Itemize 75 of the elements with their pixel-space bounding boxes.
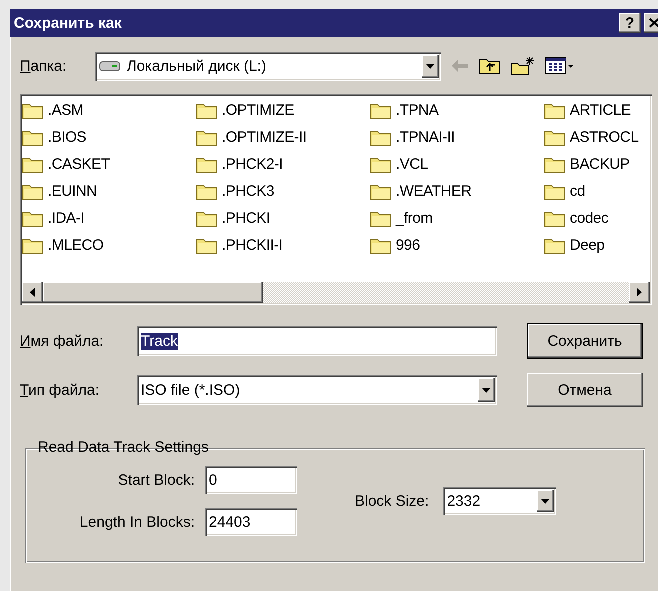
save-button[interactable]: Сохранить bbox=[527, 323, 643, 359]
folder-name[interactable]: codec bbox=[570, 210, 609, 227]
folder-name[interactable]: .MLECO bbox=[48, 237, 104, 254]
folder-name[interactable]: .WEATHER bbox=[396, 183, 472, 200]
file-type-label: Тип файла: bbox=[20, 382, 101, 398]
cancel-button[interactable]: Отмена bbox=[527, 373, 643, 407]
folder-icon bbox=[370, 236, 392, 254]
folder-icon bbox=[370, 182, 392, 200]
start-block-field[interactable]: 0 bbox=[205, 466, 297, 494]
folder-icon bbox=[370, 128, 392, 146]
folder-icon bbox=[544, 156, 566, 174]
new-folder-icon[interactable] bbox=[511, 56, 535, 76]
folder-name[interactable]: .PHCK3 bbox=[222, 183, 274, 200]
horizontal-scrollbar[interactable] bbox=[22, 282, 650, 303]
folder-icon bbox=[370, 156, 392, 174]
folder-name[interactable]: .TPNAI-II bbox=[396, 129, 455, 146]
folder-icon bbox=[370, 210, 392, 228]
file-name-field[interactable]: Track bbox=[137, 326, 497, 356]
folder-name[interactable]: .BIOS bbox=[48, 129, 87, 146]
folder-icon bbox=[22, 210, 44, 228]
folder-name[interactable]: .PHCK2-I bbox=[222, 156, 283, 173]
close-icon bbox=[649, 18, 658, 28]
folder-name[interactable]: .VCL bbox=[396, 156, 428, 173]
folder-icon bbox=[544, 236, 566, 254]
folder-name[interactable]: .PHCKI bbox=[222, 210, 270, 227]
scroll-thumb[interactable] bbox=[43, 282, 263, 303]
folder-icon bbox=[544, 182, 566, 200]
folder-name[interactable]: cd bbox=[570, 183, 586, 200]
length-label: Length In Blocks: bbox=[78, 514, 195, 530]
folder-icon bbox=[544, 128, 566, 146]
file-type-dropdown[interactable]: ISO file (*.ISO) bbox=[137, 375, 497, 405]
folder-icon bbox=[370, 102, 392, 120]
scroll-right-icon[interactable] bbox=[629, 282, 650, 303]
folder-icon bbox=[22, 156, 44, 174]
folder-name[interactable]: ASTROCL bbox=[570, 129, 639, 146]
folder-name[interactable]: _from bbox=[396, 210, 433, 227]
folder-icon bbox=[196, 128, 218, 146]
help-button[interactable]: ? bbox=[619, 13, 641, 33]
view-menu-icon[interactable] bbox=[545, 57, 575, 75]
block-size-label: Block Size: bbox=[355, 492, 430, 510]
folder-name[interactable]: .ASM bbox=[48, 102, 84, 119]
folder-icon bbox=[196, 102, 218, 120]
folder-dropdown[interactable]: Локальный диск (L:) bbox=[95, 52, 441, 80]
folder-name[interactable]: .EUINN bbox=[48, 183, 98, 200]
folder-name[interactable]: 996 bbox=[396, 237, 420, 254]
folder-name[interactable]: .IDA-I bbox=[48, 210, 85, 227]
folder-label: Папка: bbox=[20, 58, 68, 74]
folder-icon bbox=[196, 210, 218, 228]
file-name-label: Имя файла: bbox=[20, 332, 105, 350]
folder-icon bbox=[196, 236, 218, 254]
folder-name[interactable]: .OPTIMIZE-II bbox=[222, 129, 307, 146]
folder-name[interactable]: .TPNA bbox=[396, 102, 439, 119]
group-title: Read Data Track Settings bbox=[37, 439, 210, 456]
folder-icon bbox=[196, 156, 218, 174]
window-title: Сохранить как bbox=[14, 14, 123, 32]
folder-name[interactable]: Deep bbox=[570, 237, 605, 254]
drive-icon bbox=[99, 60, 121, 72]
folder-up-icon[interactable] bbox=[479, 57, 501, 75]
folder-name[interactable]: ARTICLE bbox=[570, 102, 631, 119]
start-block-label: Start Block: bbox=[117, 472, 195, 488]
block-size-dropdown[interactable]: 2332 bbox=[443, 487, 556, 515]
folder-icon bbox=[22, 102, 44, 120]
file-name-value: Track bbox=[141, 332, 178, 350]
folder-icon bbox=[22, 182, 44, 200]
folder-name[interactable]: .CASKET bbox=[48, 156, 110, 173]
folder-name[interactable]: .PHCKII-I bbox=[222, 237, 283, 254]
folder-icon bbox=[544, 210, 566, 228]
folder-icon bbox=[196, 182, 218, 200]
length-field[interactable]: 24403 bbox=[205, 508, 297, 536]
scroll-left-icon[interactable] bbox=[22, 282, 43, 303]
folder-icon bbox=[544, 102, 566, 120]
folder-name[interactable]: .OPTIMIZE bbox=[222, 102, 294, 119]
folder-icon bbox=[22, 128, 44, 146]
folder-icon bbox=[22, 236, 44, 254]
folder-name[interactable]: BACKUP bbox=[570, 156, 630, 173]
